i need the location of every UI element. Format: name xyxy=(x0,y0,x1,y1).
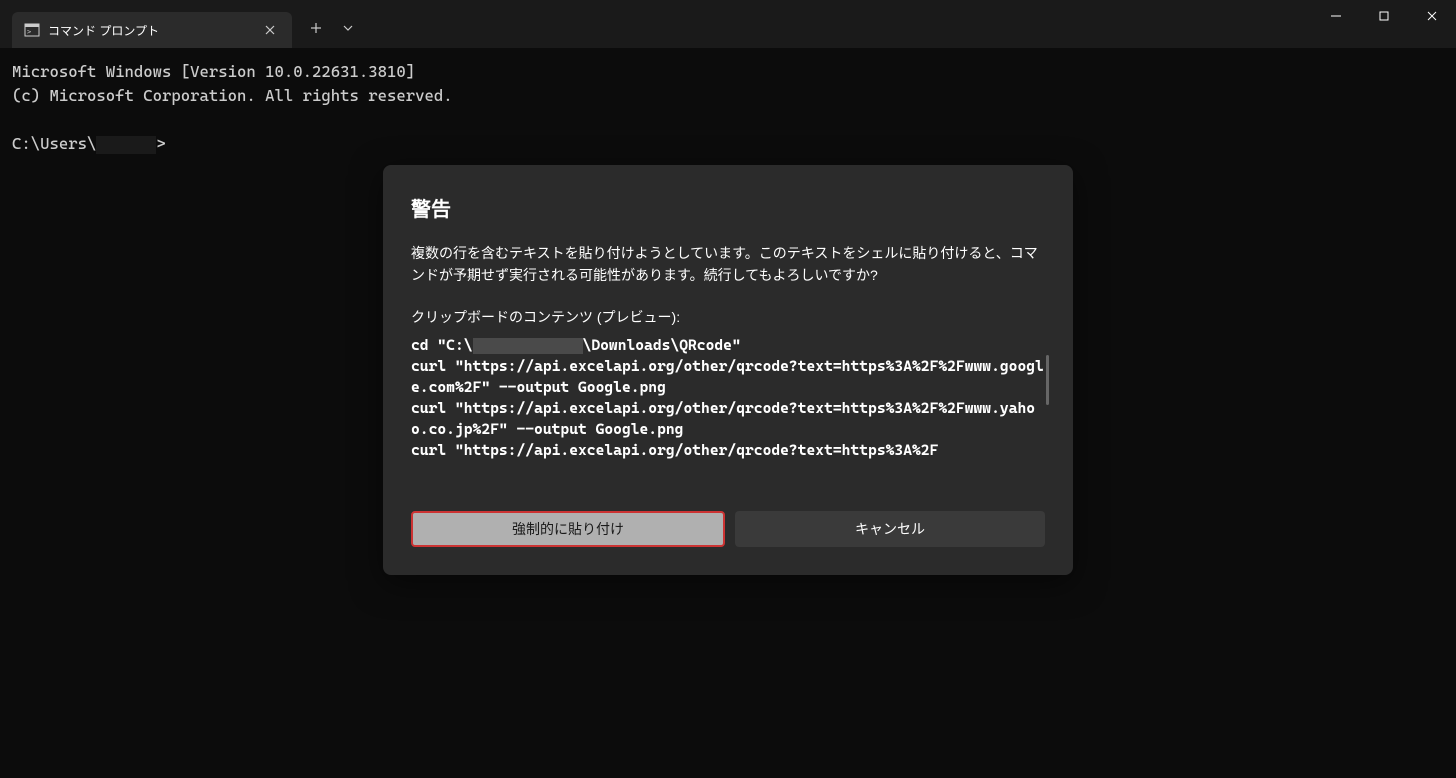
preview-scrollbar[interactable] xyxy=(1046,355,1049,405)
dialog-preview-content: cd "C:\\Downloads\QRcode" curl "https://… xyxy=(411,335,1045,461)
force-paste-button[interactable]: 強制的に貼り付け xyxy=(411,511,725,547)
cancel-button[interactable]: キャンセル xyxy=(735,511,1045,547)
redacted-path xyxy=(473,338,583,354)
dialog-title: 警告 xyxy=(411,193,1045,222)
paste-warning-dialog: 警告 複数の行を含むテキストを貼り付けようとしています。このテキストをシェルに貼… xyxy=(383,165,1073,575)
dialog-message: 複数の行を含むテキストを貼り付けようとしています。このテキストをシェルに貼り付け… xyxy=(411,242,1045,287)
dialog-preview-label: クリップボードのコンテンツ (プレビュー): xyxy=(411,307,1045,327)
dialog-overlay: 警告 複数の行を含むテキストを貼り付けようとしています。このテキストをシェルに貼… xyxy=(0,0,1456,778)
dialog-buttons: 強制的に貼り付け キャンセル xyxy=(411,511,1045,547)
